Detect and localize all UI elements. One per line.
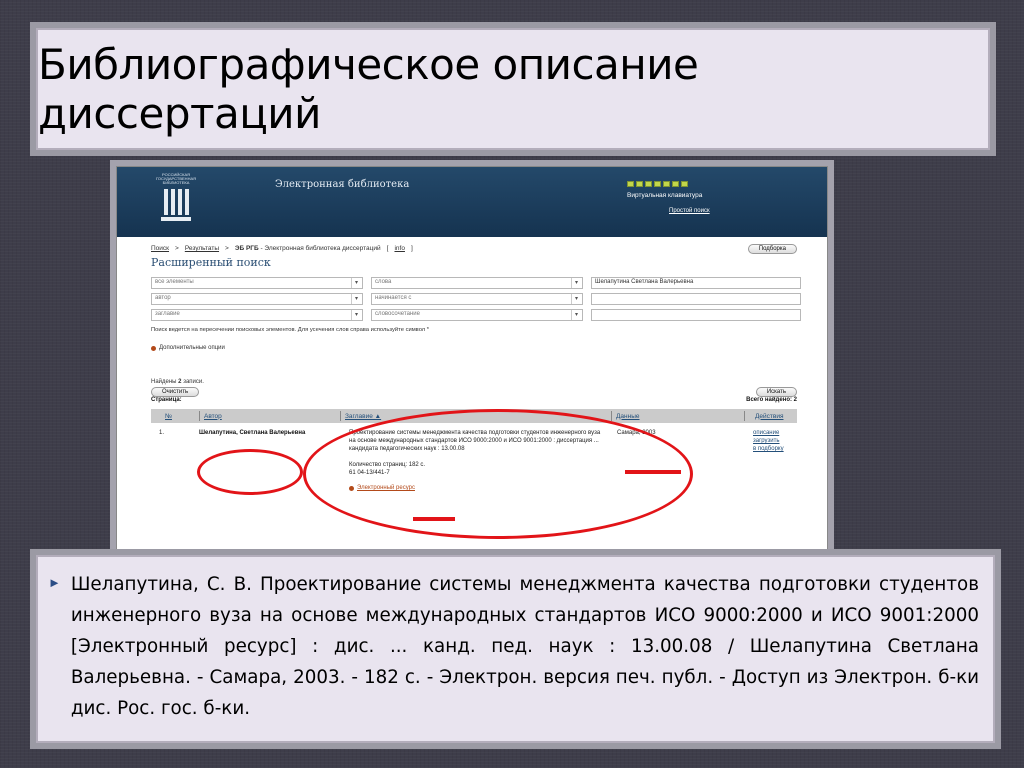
action-download[interactable]: загрузить <box>753 437 784 445</box>
search-button[interactable]: Искать <box>755 387 797 397</box>
library-title: Электронная библиотека <box>275 179 410 190</box>
pagination-row: Страница: Всего найдено: 2 <box>151 397 797 403</box>
info-link[interactable]: info <box>394 245 404 252</box>
slide-title-panel: Библиографическое описание диссертаций <box>36 28 990 150</box>
slide-title: Библиографическое описание диссертаций <box>38 40 699 138</box>
advanced-search-title: Расширенный поиск <box>151 256 271 269</box>
simple-search-link[interactable]: Простой поиск <box>669 208 710 214</box>
breadcrumb: Поиск > Результаты > ЭБ РГБ - Электронна… <box>151 245 797 252</box>
breadcrumb-current: ЭБ РГБ - Электронная библиотека диссерта… <box>234 245 381 252</box>
clear-button[interactable]: Очистить <box>151 387 200 397</box>
bracket-close: ] <box>410 245 413 252</box>
citation-panel: ► Шелапутина, С. В. Проектирование систе… <box>36 555 995 743</box>
author-highlight-oval <box>197 449 303 495</box>
breadcrumb-search[interactable]: Поиск <box>151 245 169 252</box>
found-count: Найдены 2 записи. <box>151 379 204 385</box>
data-underline-mark <box>625 470 681 474</box>
pages-label: Страница: <box>151 397 182 403</box>
col-data[interactable]: Данные <box>612 413 744 420</box>
query-input-2[interactable] <box>591 293 801 305</box>
operator-select-1[interactable]: слова <box>371 277 583 289</box>
total-found: Всего найдено: 2 <box>746 397 797 403</box>
search-form: все элементы слова Шелапутина Светлана В… <box>151 277 801 321</box>
col-author[interactable]: Автор <box>200 413 340 420</box>
chevron-right-icon: > <box>225 245 229 252</box>
title-highlight-oval <box>303 409 693 539</box>
library-header: РОССИЙСКАЯ ГОСУДАРСТВЕННАЯ БИБЛИОТЕКА Эл… <box>117 167 827 237</box>
bullet-arrow-icon: ► <box>48 575 61 590</box>
query-input-3[interactable] <box>591 309 801 321</box>
operator-select-2[interactable]: начинается с <box>371 293 583 305</box>
action-describe[interactable]: описание <box>753 429 784 437</box>
col-actions[interactable]: Действия <box>745 413 783 420</box>
chevron-right-icon: > <box>175 245 179 252</box>
expand-icon <box>151 345 156 351</box>
query-input-1[interactable]: Шелапутина Светлана Валерьевна <box>591 277 801 289</box>
col-num[interactable]: № <box>151 413 199 420</box>
slide-title-frame: Библиографическое описание диссертаций <box>30 22 996 156</box>
field-select-1[interactable]: все элементы <box>151 277 363 289</box>
citation-text: Шелапутина, С. В. Проектирование системы… <box>70 574 979 719</box>
rgb-logo-icon[interactable]: РОССИЙСКАЯ ГОСУДАРСТВЕННАЯ БИБЛИОТЕКА <box>153 173 199 231</box>
action-add-to-selection[interactable]: в подборку <box>753 445 784 453</box>
result-actions: описание загрузить в подборку <box>753 429 784 492</box>
operator-select-3[interactable]: словосочетание <box>371 309 583 321</box>
library-screenshot-frame: РОССИЙСКАЯ ГОСУДАРСТВЕННАЯ БИБЛИОТЕКА Эл… <box>110 160 834 556</box>
search-hint: Поиск ведется на пересечении поисковых э… <box>151 327 430 333</box>
citation-frame: ► Шелапутина, С. В. Проектирование систе… <box>30 549 1001 749</box>
library-screenshot: РОССИЙСКАЯ ГОСУДАРСТВЕННАЯ БИБЛИОТЕКА Эл… <box>116 166 828 550</box>
keyboard-icon[interactable] <box>627 181 688 187</box>
extra-options-label: Дополнительные опции <box>159 345 225 351</box>
result-num: 1. <box>159 430 165 436</box>
field-select-3[interactable]: заглавие <box>151 309 363 321</box>
field-select-2[interactable]: автор <box>151 293 363 305</box>
subscribe-button[interactable]: Подборка <box>747 244 797 254</box>
extra-options-toggle[interactable]: Дополнительные опции <box>151 345 797 351</box>
bracket-open: [ <box>386 245 389 252</box>
virtual-keyboard-link[interactable]: Виртуальная клавиатура <box>627 192 702 199</box>
code-underline-mark <box>413 517 455 521</box>
breadcrumb-results[interactable]: Результаты <box>185 245 219 252</box>
